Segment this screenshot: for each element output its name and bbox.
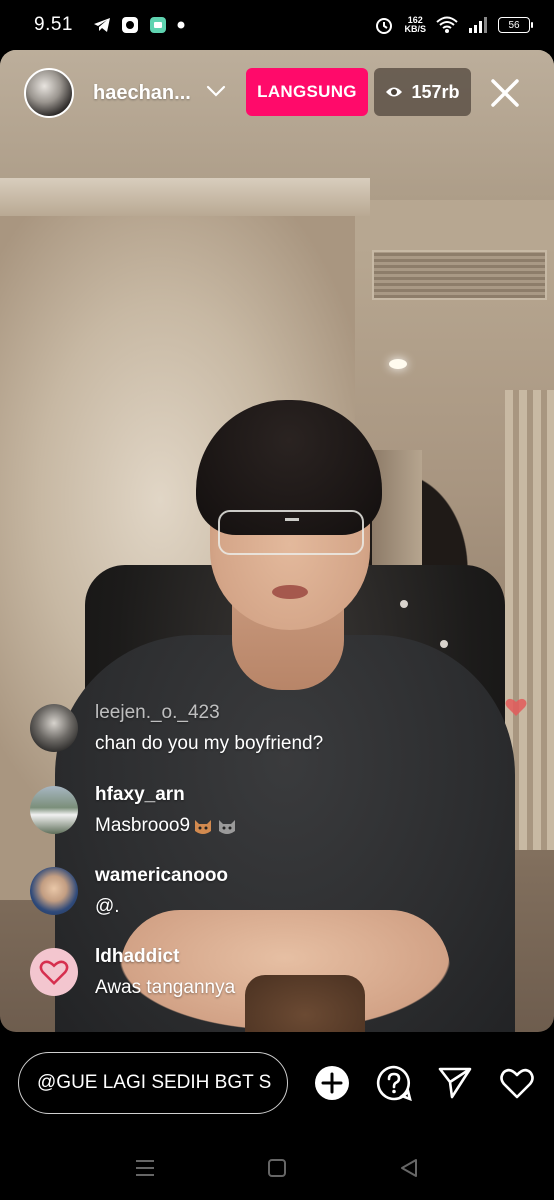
floating-heart-icon (505, 698, 527, 716)
comment-avatar[interactable] (30, 867, 78, 915)
comment-item[interactable]: ldhaddict Awas tangannya (30, 944, 490, 1014)
viewer-count: 157rb (411, 81, 460, 102)
ceiling-vent (372, 250, 547, 300)
comment-avatar[interactable] (30, 704, 78, 752)
comment-text: @. (95, 896, 120, 917)
live-header: haechan... LANGSUNG 157rb (0, 50, 554, 140)
close-button[interactable] (486, 74, 524, 112)
streamer-avatar[interactable] (24, 68, 74, 118)
status-bar: 9.51 162 KB/S 56 (0, 0, 554, 50)
comment-username[interactable]: leejen._o._423 (95, 702, 220, 724)
alarm-icon (376, 18, 393, 34)
comment-text: chan do you my boyfriend? (95, 733, 324, 754)
network-speed-unit: KB/S (404, 24, 426, 34)
status-notification-icons (93, 16, 185, 34)
send-icon[interactable] (437, 1065, 473, 1101)
comment-item[interactable]: hfaxy_arn Masbrooo9 (30, 782, 490, 852)
recent-apps-icon[interactable] (133, 1156, 157, 1180)
streamer-glasses (218, 510, 364, 555)
cat-emoji-icon (219, 820, 236, 834)
comment-username[interactable]: hfaxy_arn (95, 784, 185, 806)
comment-text: Awas tangannya (95, 977, 236, 998)
status-time: 9.51 (34, 14, 73, 35)
network-speed: 162 KB/S (404, 16, 426, 34)
question-icon[interactable] (376, 1065, 412, 1101)
app-notification-icon (121, 17, 138, 33)
ceiling-light (389, 359, 407, 369)
eye-icon (386, 87, 403, 97)
live-badge-label: LANGSUNG (257, 82, 357, 101)
composer-bar: @GUE LAGI SEDIH BGT S (0, 1032, 554, 1142)
comment-item[interactable]: wamericanooo @. (30, 863, 490, 933)
comment-text-with-emoji: Masbrooo9 (95, 815, 238, 837)
heart-avatar-icon (39, 960, 69, 986)
comment-text: Masbrooo9 (95, 815, 191, 837)
cat-emoji-icon (195, 820, 212, 834)
comment-avatar[interactable] (30, 786, 78, 834)
live-badge: LANGSUNG (246, 68, 368, 116)
wechat-notification-icon (149, 17, 166, 33)
signal-icon (469, 17, 487, 33)
comment-username[interactable]: wamericanooo (95, 865, 228, 887)
wifi-icon (436, 16, 458, 33)
streamer-username[interactable]: haechan... (93, 82, 191, 105)
comment-item[interactable]: leejen._o._423 chan do you my boyfriend? (30, 700, 490, 770)
close-icon (491, 79, 519, 107)
battery-indicator: 56 (498, 17, 533, 33)
telegram-icon (93, 18, 110, 32)
chevron-down-icon[interactable] (205, 80, 227, 102)
home-icon[interactable] (265, 1156, 289, 1180)
heart-icon[interactable] (499, 1065, 535, 1101)
add-icon[interactable] (314, 1065, 350, 1101)
comment-username[interactable]: ldhaddict (95, 946, 179, 968)
viewer-count-badge[interactable]: 157rb (374, 68, 471, 116)
more-notifications-dot-icon (177, 21, 185, 29)
battery-level: 56 (508, 19, 520, 31)
system-nav-bar (0, 1142, 554, 1200)
comment-input[interactable]: @GUE LAGI SEDIH BGT S (18, 1052, 288, 1114)
back-icon[interactable] (397, 1156, 421, 1180)
comment-input-value: @GUE LAGI SEDIH BGT S (37, 1072, 272, 1093)
comment-avatar[interactable] (30, 948, 78, 996)
